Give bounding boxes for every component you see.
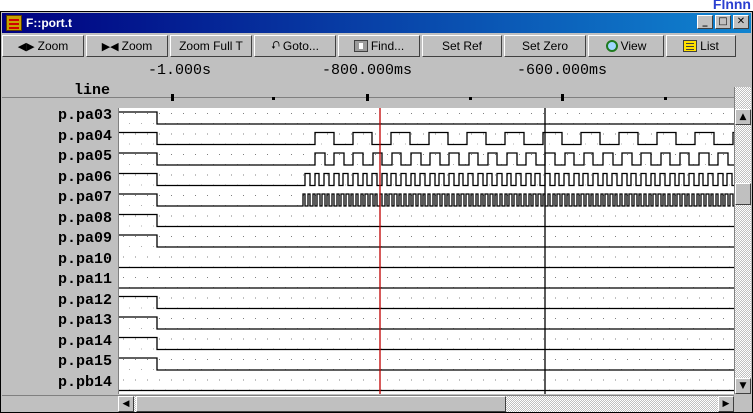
signal-name[interactable]: p.pa09 xyxy=(58,230,112,247)
zoom-full-label: Zoom Full T xyxy=(179,39,243,53)
signal-name[interactable]: p.pa11 xyxy=(58,271,112,288)
signal-names: p.pa03 p.pa04 p.pa05 p.pa06 p.pa07 p.pa08 p.pa… xyxy=(2,107,118,394)
line-header: line xyxy=(73,82,110,99)
time-ruler[interactable]: -1.000s -800.000ms -600.000ms line xyxy=(2,58,734,99)
waveform-trace xyxy=(119,111,734,125)
waveform-area[interactable] xyxy=(118,108,734,394)
zoom-in-button[interactable]: ▶◀ Zoom xyxy=(86,35,168,57)
scroll-left-button[interactable]: ◀ xyxy=(118,396,134,412)
signal-name[interactable]: p.pa14 xyxy=(58,333,112,350)
zoom-full-button[interactable]: Zoom Full T xyxy=(170,35,252,57)
horizontal-scrollbar[interactable]: ◀ ▶ xyxy=(118,395,734,412)
find-button[interactable]: Find... xyxy=(338,35,420,57)
signal-name[interactable]: p.pa07 xyxy=(58,189,112,206)
signal-name[interactable]: p.pa08 xyxy=(58,210,112,227)
time-label-3: -600.000ms xyxy=(517,62,608,79)
zoom-out-label: Zoom xyxy=(37,39,69,53)
app-icon xyxy=(6,15,22,31)
signal-name[interactable]: p.pa13 xyxy=(58,312,112,329)
zoom-in-icon: ▶◀ xyxy=(101,39,119,53)
view-label: View xyxy=(620,39,647,53)
vertical-scrollbar[interactable]: ▲ ▼ xyxy=(734,87,751,394)
horizontal-scroll-thumb[interactable] xyxy=(136,396,506,412)
zoom-out-button[interactable]: ◀▶ Zoom xyxy=(2,35,84,57)
waveform-trace xyxy=(119,336,734,351)
list-label: List xyxy=(700,39,719,53)
ruler-tick xyxy=(561,94,564,101)
set-zero-button[interactable]: Set Zero xyxy=(504,35,586,57)
waveform-svg xyxy=(119,108,734,394)
status-area xyxy=(2,395,118,412)
signal-name[interactable]: p.pa05 xyxy=(58,148,112,165)
minimize-button[interactable]: _ xyxy=(697,15,713,29)
ruler-tick xyxy=(664,97,667,100)
ruler-tick xyxy=(366,94,369,101)
waveform-trace xyxy=(119,234,734,248)
scroll-up-button[interactable]: ▲ xyxy=(735,109,751,125)
maximize-button[interactable]: □ xyxy=(715,15,731,29)
set-ref-button[interactable]: Set Ref xyxy=(422,35,502,57)
waveform-trace xyxy=(119,193,734,207)
waveform-trace xyxy=(119,172,734,187)
set-zero-label: Set Zero xyxy=(521,39,569,53)
ruler-tick xyxy=(469,97,472,100)
zoom-out-icon: ◀▶ xyxy=(17,39,35,53)
signal-name[interactable]: p.pa03 xyxy=(58,107,112,124)
waveform-trace xyxy=(119,357,734,371)
waveform-trace xyxy=(119,152,734,166)
list-button[interactable]: List xyxy=(666,35,736,57)
time-label-2: -800.000ms xyxy=(322,62,413,79)
scroll-right-button[interactable]: ▶ xyxy=(718,396,734,412)
vertical-scroll-thumb[interactable] xyxy=(735,183,751,205)
zoom-in-label: Zoom xyxy=(121,39,153,53)
signal-name[interactable]: p.pb14 xyxy=(58,374,112,391)
title-bar[interactable]: F::port.t _ □ ✕ xyxy=(2,13,751,33)
set-ref-label: Set Ref xyxy=(441,39,483,53)
waveform-trace xyxy=(119,131,734,146)
goto-icon: ⮏ xyxy=(271,38,280,52)
close-button[interactable]: ✕ xyxy=(733,15,749,29)
signal-name[interactable]: p.pa12 xyxy=(58,292,112,309)
waveform-trace xyxy=(119,295,734,310)
signal-name[interactable]: p.pa15 xyxy=(58,353,112,370)
waveform-trace xyxy=(119,316,734,330)
binoculars-icon xyxy=(353,40,368,52)
goto-button[interactable]: ⮏ Goto... xyxy=(254,35,336,57)
find-label: Find... xyxy=(370,39,405,53)
waveform-trace xyxy=(119,213,734,228)
signal-name[interactable]: p.pa04 xyxy=(58,128,112,145)
window-title: F::port.t xyxy=(26,16,72,30)
toolbar: ◀▶ Zoom ▶◀ Zoom Zoom Full T ⮏ Goto... Fi… xyxy=(2,35,751,57)
signal-name[interactable]: p.pa10 xyxy=(58,251,112,268)
view-button[interactable]: View xyxy=(588,35,664,57)
time-label-1: -1.000s xyxy=(148,62,212,79)
list-icon xyxy=(683,40,698,52)
scroll-corner xyxy=(734,395,751,412)
signal-name[interactable]: p.pa06 xyxy=(58,169,112,186)
ruler-tick xyxy=(272,97,275,100)
magnifier-icon xyxy=(605,40,618,52)
ruler-tick xyxy=(171,94,174,101)
goto-label: Goto... xyxy=(282,39,319,53)
scroll-down-button[interactable]: ▼ xyxy=(735,378,751,394)
